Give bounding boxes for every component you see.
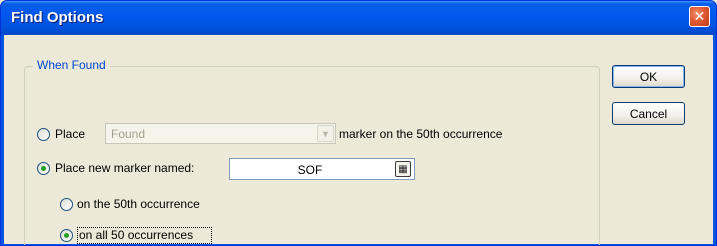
place-new-radio-label[interactable]: Place new marker named: (55, 161, 194, 175)
find-options-dialog: Find Options ✕ When Found Place Found ▼ … (0, 0, 717, 246)
when-found-group (24, 66, 600, 245)
dialog-body: When Found Place Found ▼ marker on the 5… (4, 35, 713, 245)
place-radio[interactable] (37, 128, 50, 141)
marker-select-value: Found (111, 127, 146, 141)
chevron-down-icon[interactable]: ▼ (317, 125, 334, 142)
calculator-icon[interactable]: ▦ (395, 161, 411, 177)
title-bar[interactable]: Find Options ✕ (1, 1, 716, 35)
occurrence-all-radio[interactable] (60, 229, 73, 242)
cancel-button[interactable]: Cancel (612, 102, 685, 125)
occurrence-all-label[interactable]: on all 50 occurrences (79, 228, 193, 242)
occurrence-50th-label[interactable]: on the 50th occurrence (77, 197, 200, 211)
place-radio-label[interactable]: Place (55, 127, 85, 141)
place-suffix-label: marker on the 50th occurrence (339, 127, 503, 141)
close-button[interactable]: ✕ (689, 6, 710, 27)
group-legend: When Found (33, 58, 110, 72)
marker-select[interactable]: Found ▼ (105, 123, 336, 144)
close-icon: ✕ (693, 8, 706, 24)
dialog-title: Find Options (11, 9, 104, 26)
occurrence-50th-radio[interactable] (60, 198, 73, 211)
marker-name-value: SOF (297, 163, 323, 177)
marker-name-input[interactable]: SOF ▦ (229, 158, 415, 180)
place-new-radio[interactable] (37, 162, 50, 175)
ok-button[interactable]: OK (612, 65, 685, 88)
